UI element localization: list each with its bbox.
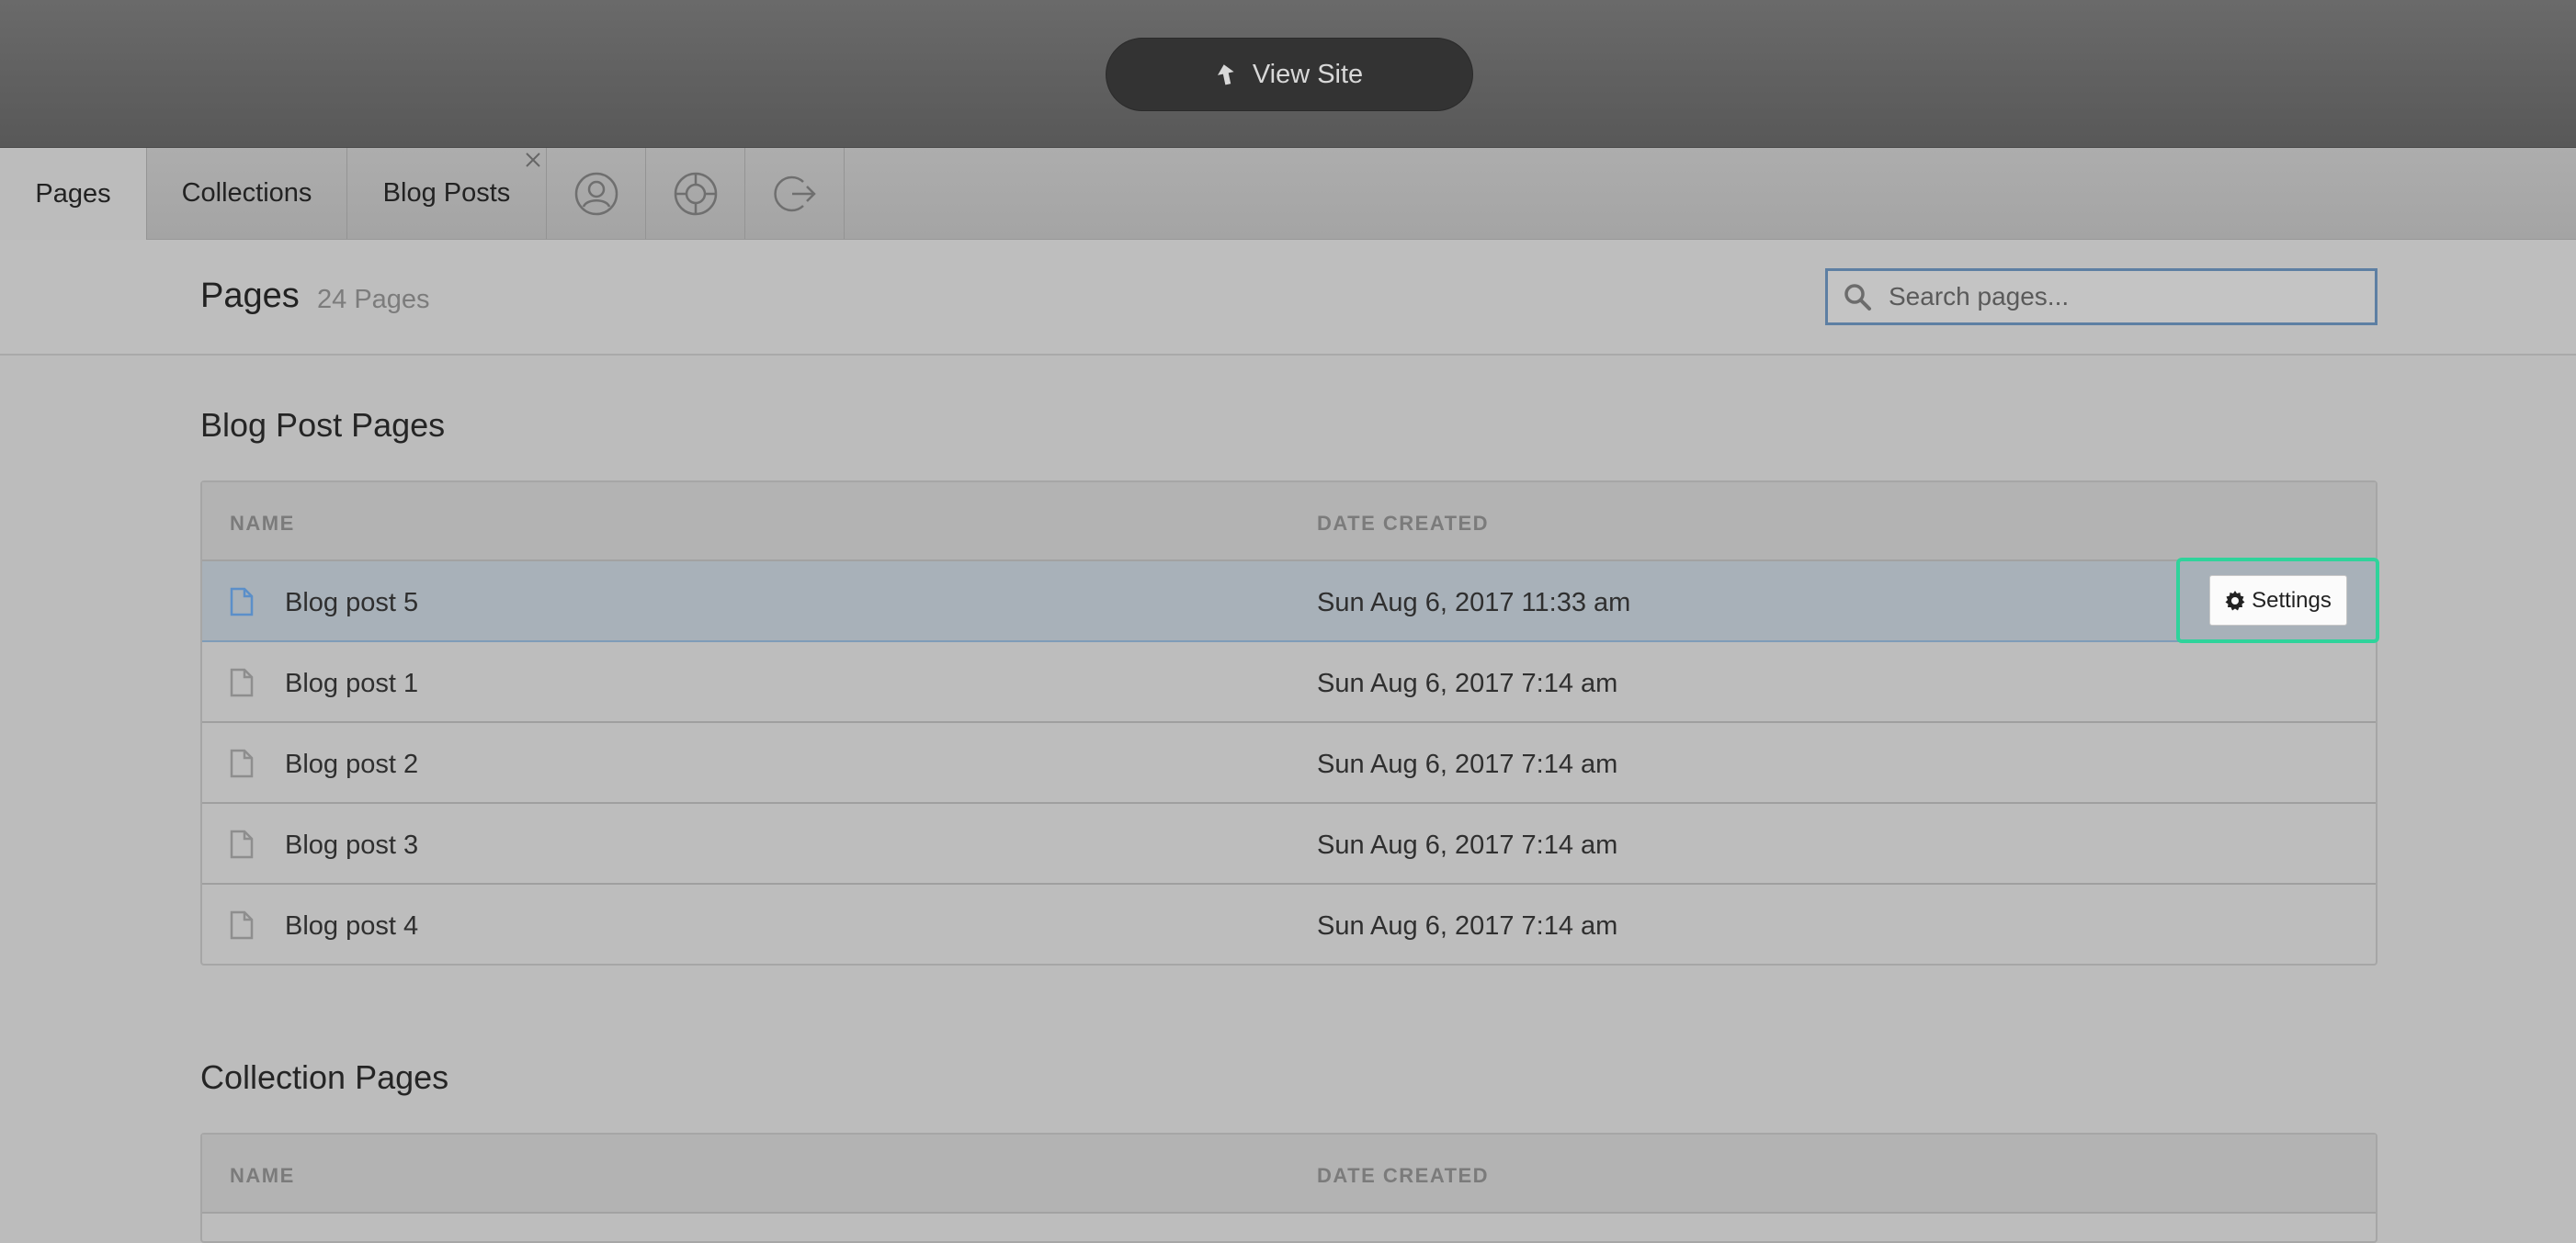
row-date: Sun Aug 6, 2017 7:14 am — [1317, 911, 1618, 941]
row-name[interactable]: Blog post 4 — [285, 911, 418, 942]
tab-logout[interactable] — [745, 148, 845, 239]
top-bar: View Site — [0, 0, 2576, 148]
search-box[interactable] — [1825, 268, 2377, 325]
row-name[interactable]: Blog post 1 — [285, 669, 418, 699]
view-site-label: View Site — [1252, 59, 1364, 89]
document-icon — [230, 910, 254, 944]
help-lifebuoy-icon — [673, 171, 719, 217]
document-icon — [230, 830, 254, 864]
section-title-collection-pages: Collection Pages — [200, 1058, 449, 1096]
tab-pages[interactable]: Pages — [0, 148, 147, 240]
table-row[interactable]: Blog post 4 Sun Aug 6, 2017 7:14 am — [202, 885, 2376, 964]
tab-collections[interactable]: Collections — [147, 148, 347, 239]
row-date: Sun Aug 6, 2017 7:14 am — [1317, 750, 1618, 779]
table-header: NAME DATE CREATED — [202, 1135, 2376, 1214]
tab-blog-posts-label: Blog Posts — [382, 178, 511, 208]
settings-highlight: Settings — [2176, 558, 2379, 643]
row-date: Sun Aug 6, 2017 7:14 am — [1317, 669, 1618, 698]
document-icon — [230, 668, 254, 702]
gear-icon — [2225, 590, 2245, 610]
page-count: 24 Pages — [317, 285, 430, 314]
row-name[interactable]: Blog post 5 — [285, 588, 418, 618]
table-row[interactable]: Blog post 1 Sun Aug 6, 2017 7:14 am — [202, 642, 2376, 723]
collection-pages-table: NAME DATE CREATED — [200, 1133, 2377, 1243]
blog-post-pages-table: NAME DATE CREATED Blog post 5 Sun Aug 6,… — [200, 480, 2377, 966]
row-name[interactable]: Blog post 2 — [285, 750, 418, 780]
column-header-date-created[interactable]: DATE CREATED — [1317, 1164, 1489, 1188]
tab-collections-label: Collections — [181, 178, 312, 208]
row-date: Sun Aug 6, 2017 11:33 am — [1317, 588, 1631, 617]
table-row[interactable]: Blog post 5 Sun Aug 6, 2017 11:33 am — [202, 561, 2376, 642]
table-row[interactable]: Blog post 3 Sun Aug 6, 2017 7:14 am — [202, 804, 2376, 885]
search-icon — [1828, 282, 1887, 311]
tab-account[interactable] — [547, 148, 646, 239]
arrow-up-icon — [1216, 62, 1236, 86]
row-date: Sun Aug 6, 2017 7:14 am — [1317, 831, 1618, 860]
logout-icon — [772, 171, 818, 217]
user-icon — [573, 171, 619, 217]
column-header-date-created[interactable]: DATE CREATED — [1317, 512, 1489, 536]
document-icon — [230, 587, 254, 621]
settings-label: Settings — [2252, 587, 2332, 613]
document-icon — [230, 749, 254, 783]
table-row[interactable]: Blog post 2 Sun Aug 6, 2017 7:14 am — [202, 723, 2376, 804]
view-site-button[interactable]: View Site — [1106, 38, 1473, 111]
tab-pages-label: Pages — [35, 178, 111, 209]
settings-button[interactable]: Settings — [2208, 575, 2347, 626]
tab-blog-posts[interactable]: Blog Posts — [347, 148, 547, 239]
row-name[interactable]: Blog post 3 — [285, 831, 418, 861]
tab-help[interactable] — [646, 148, 745, 239]
column-header-name[interactable]: NAME — [230, 1164, 295, 1188]
page-title: Pages — [200, 277, 300, 315]
section-title-blog-post-pages: Blog Post Pages — [200, 406, 446, 444]
close-tab-icon[interactable] — [520, 148, 546, 172]
tab-bar: Pages Collections Blog Posts — [0, 148, 2576, 240]
search-input[interactable] — [1887, 281, 2368, 312]
table-header: NAME DATE CREATED — [202, 482, 2376, 561]
column-header-name[interactable]: NAME — [230, 512, 295, 536]
